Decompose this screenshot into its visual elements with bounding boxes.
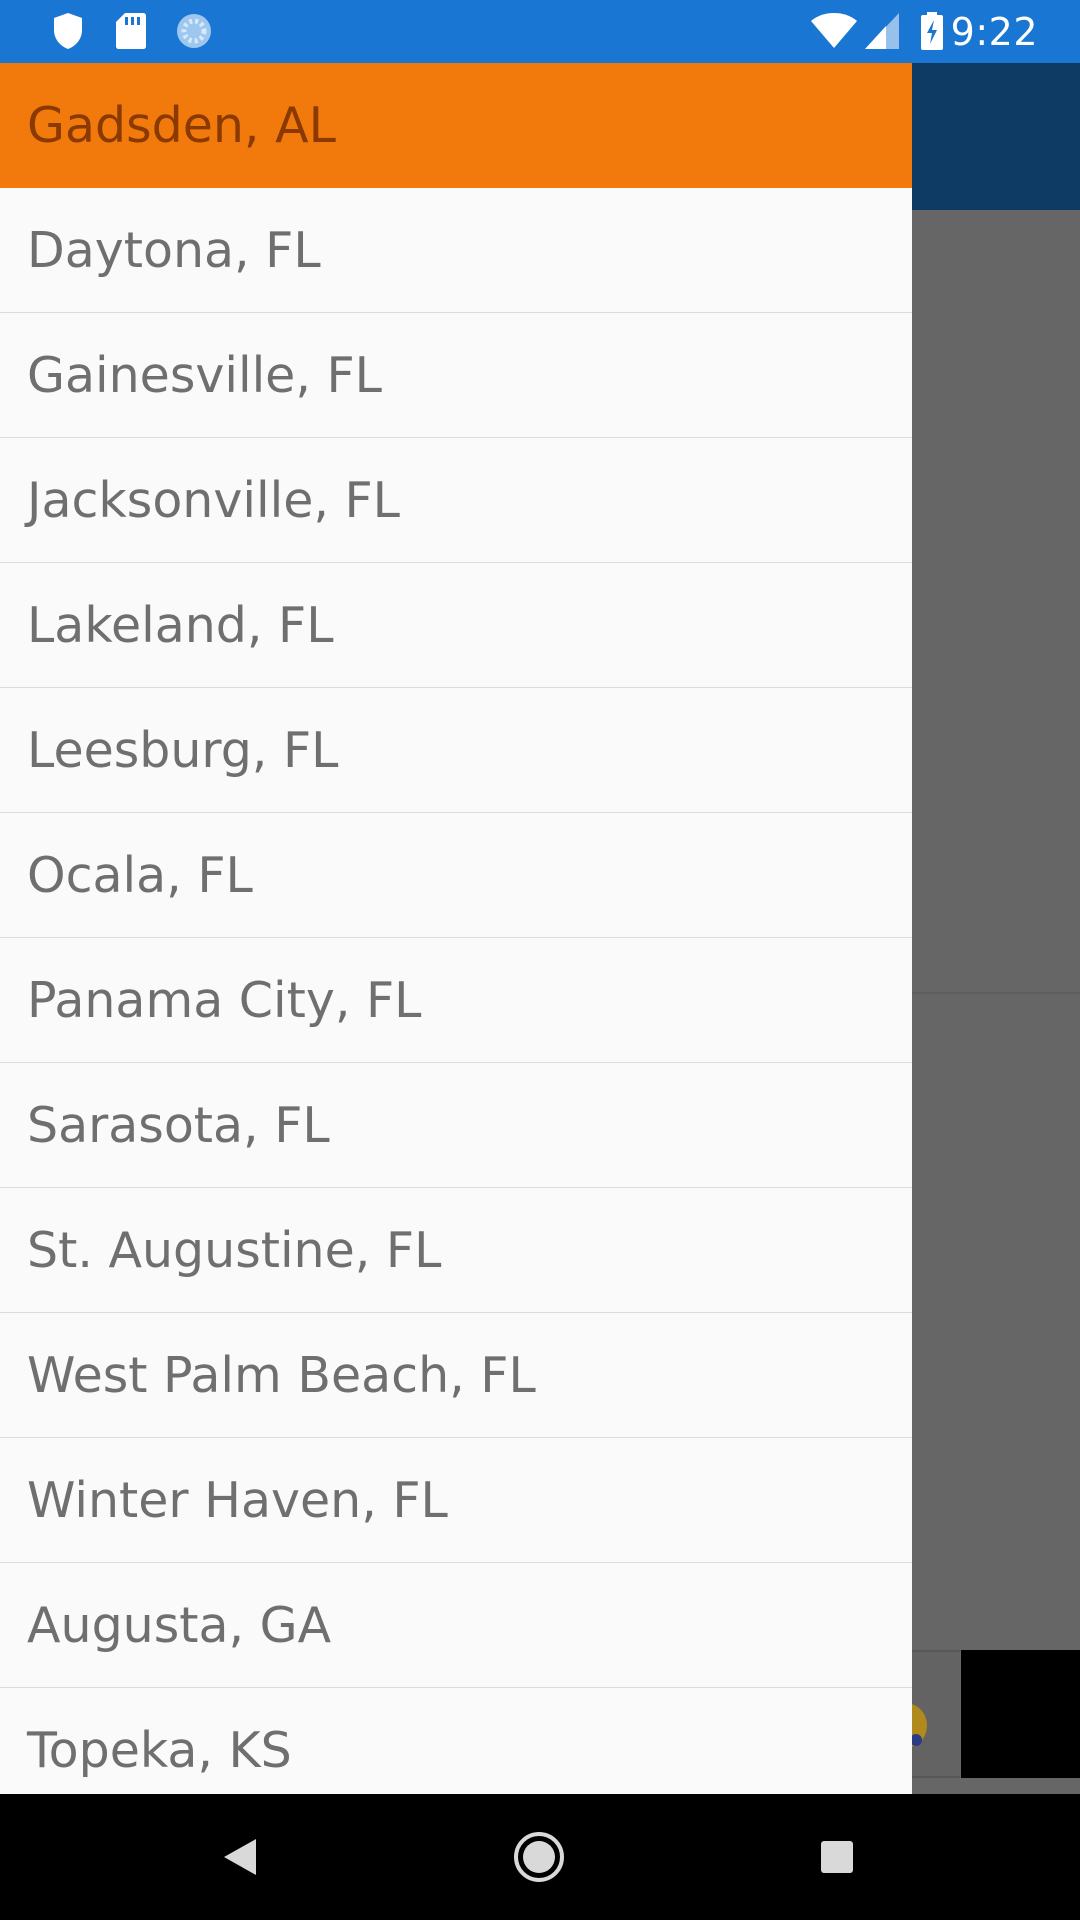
sd-card-icon bbox=[116, 13, 146, 49]
drawer-item-selected[interactable]: Gadsden, AL bbox=[0, 63, 912, 188]
status-bar: 9:22 bbox=[0, 0, 1080, 63]
drawer-item[interactable]: Panama City, FL bbox=[0, 938, 912, 1063]
drawer-item[interactable]: West Palm Beach, FL bbox=[0, 1313, 912, 1438]
home-button[interactable] bbox=[506, 1824, 572, 1890]
back-button[interactable] bbox=[207, 1824, 273, 1890]
drawer-item[interactable]: St. Augustine, FL bbox=[0, 1188, 912, 1313]
drawer-item[interactable]: Lakeland, FL bbox=[0, 563, 912, 688]
loading-icon bbox=[177, 14, 211, 48]
drawer-item[interactable]: Gainesville, FL bbox=[0, 313, 912, 438]
drawer-item[interactable]: Augusta, GA bbox=[0, 1563, 912, 1688]
status-time: 9:22 bbox=[950, 10, 1038, 54]
app-black-panel bbox=[961, 1650, 1080, 1778]
drawer-item[interactable]: Leesburg, FL bbox=[0, 688, 912, 813]
home-icon bbox=[514, 1832, 564, 1882]
drawer-item[interactable]: Ocala, FL bbox=[0, 813, 912, 938]
drawer-item[interactable]: Jacksonville, FL bbox=[0, 438, 912, 563]
recents-icon bbox=[821, 1841, 853, 1873]
navigation-bar bbox=[0, 1794, 1080, 1920]
signal-icon bbox=[865, 13, 899, 49]
drawer-item[interactable]: Winter Haven, FL bbox=[0, 1438, 912, 1563]
battery-charging-icon bbox=[921, 12, 943, 50]
wifi-icon bbox=[811, 13, 857, 48]
shield-icon bbox=[54, 13, 82, 49]
drawer-item[interactable]: Daytona, FL bbox=[0, 188, 912, 313]
back-icon bbox=[224, 1839, 256, 1875]
drawer-item[interactable]: Topeka, KS bbox=[0, 1688, 912, 1794]
recents-button[interactable] bbox=[804, 1824, 870, 1890]
city-drawer[interactable]: Gadsden, AL Daytona, FL Gainesville, FL … bbox=[0, 63, 912, 1794]
drawer-item[interactable]: Sarasota, FL bbox=[0, 1063, 912, 1188]
